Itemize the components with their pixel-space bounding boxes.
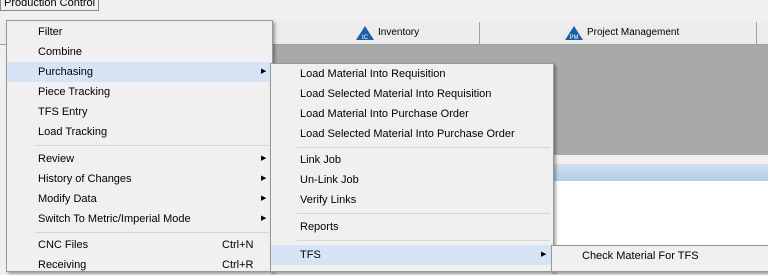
menu-item-load-material-into-purchase-order[interactable]: Load Material Into Purchase Order [271,104,553,124]
menu-item-label: Purchasing [38,66,94,78]
production-control-menu: Filter Combine Purchasing ▶ Piece Trackin… [6,20,273,272]
project-management-button[interactable]: PM Project Management [479,22,757,44]
menu-bar: Production Control [0,0,768,11]
submenu-arrow-icon: ▶ [541,251,547,258]
menu-item-reports[interactable]: Reports [271,217,553,237]
menu-item-switch-units[interactable]: Switch To Metric/Imperial Mode ▶ [7,209,272,229]
menu-separator [35,232,269,233]
menu-item-label: TFS [300,249,321,261]
menu-item-label: Modify Data [38,193,97,205]
menu-item-label: Switch To Metric/Imperial Mode [38,213,191,225]
menu-item-combine[interactable]: Combine [7,42,272,62]
project-management-icon: PM [565,26,583,40]
menu-item-un-link-job[interactable]: Un-Link Job [271,170,553,190]
menu-item-purchasing[interactable]: Purchasing ▶ [7,62,272,82]
project-management-label: Project Management [587,27,680,38]
menu-item-label: Filter [38,26,63,38]
menu-item-filter[interactable]: Filter [7,22,272,42]
svg-text:PM: PM [570,35,579,40]
menu-item-tfs-entry[interactable]: TFS Entry [7,102,272,122]
menu-item-review[interactable]: Review ▶ [7,149,272,169]
menu-item-receiving[interactable]: Receiving Ctrl+R [7,255,272,275]
menu-separator [297,240,550,241]
menu-item-label: Review [38,153,75,165]
menu-item-label: Load Selected Material Into Requisition [300,88,492,100]
inventory-label: Inventory [378,27,420,38]
menu-item-label: Combine [38,46,83,58]
menu-item-link-job[interactable]: Link Job [271,150,553,170]
svg-text:IC: IC [362,35,369,40]
purchasing-submenu: Load Material Into Requisition Load Sele… [270,63,554,272]
menu-item-label: History of Changes [38,173,132,185]
menu-item-label: TFS Entry [38,106,88,118]
menu-item-label: Reports [300,221,339,233]
menu-item-load-selected-material-into-purchase-order[interactable]: Load Selected Material Into Purchase Ord… [271,124,553,144]
menu-item-check-material-for-tfs[interactable]: Check Material For TFS [552,246,768,266]
menu-item-label: Link Job [300,154,341,166]
submenu-arrow-icon: ▶ [261,68,267,75]
menu-item-cnc-files[interactable]: CNC Files Ctrl+N [7,235,272,255]
menu-item-label: CNC Files [38,239,89,251]
menu-item-label: Un-Link Job [300,174,359,186]
inventory-button[interactable]: IC Inventory [270,22,480,44]
menu-item-load-selected-material-into-requisition[interactable]: Load Selected Material Into Requisition [271,84,553,104]
inventory-icon: IC [356,26,374,40]
menu-item-shortcut: Ctrl+N [222,239,254,251]
menu-item-load-material-into-requisition[interactable]: Load Material Into Requisition [271,64,553,84]
menu-item-shortcut: Ctrl+R [222,259,254,271]
menu-item-label: Check Material For TFS [582,250,699,262]
menu-item-piece-tracking[interactable]: Piece Tracking [7,82,272,102]
submenu-arrow-icon: ▶ [261,155,267,162]
menu-item-verify-links[interactable]: Verify Links [271,190,553,210]
submenu-arrow-icon: ▶ [261,215,267,222]
menu-separator [35,145,269,146]
menu-item-label: Receiving [38,259,87,271]
submenu-arrow-icon: ▶ [261,175,267,182]
submenu-arrow-icon: ▶ [261,195,267,202]
menu-item-load-tracking[interactable]: Load Tracking [7,122,272,142]
tfs-submenu: Check Material For TFS [551,245,768,272]
menu-item-modify-data[interactable]: Modify Data ▶ [7,189,272,209]
menu-item-tfs[interactable]: TFS ▶ [271,245,553,265]
menu-item-history-of-changes[interactable]: History of Changes ▶ [7,169,272,189]
menu-item-label: Load Material Into Requisition [300,68,446,80]
menu-item-label: Verify Links [300,194,357,206]
menu-item-label: Piece Tracking [38,86,111,98]
menu-production-control[interactable]: Production Control [0,0,100,11]
menu-item-label: Load Tracking [38,126,108,138]
menu-item-label: Load Selected Material Into Purchase Ord… [300,128,515,140]
menu-separator [297,147,550,148]
menu-separator [297,213,550,214]
menu-item-label: Load Material Into Purchase Order [300,108,469,120]
